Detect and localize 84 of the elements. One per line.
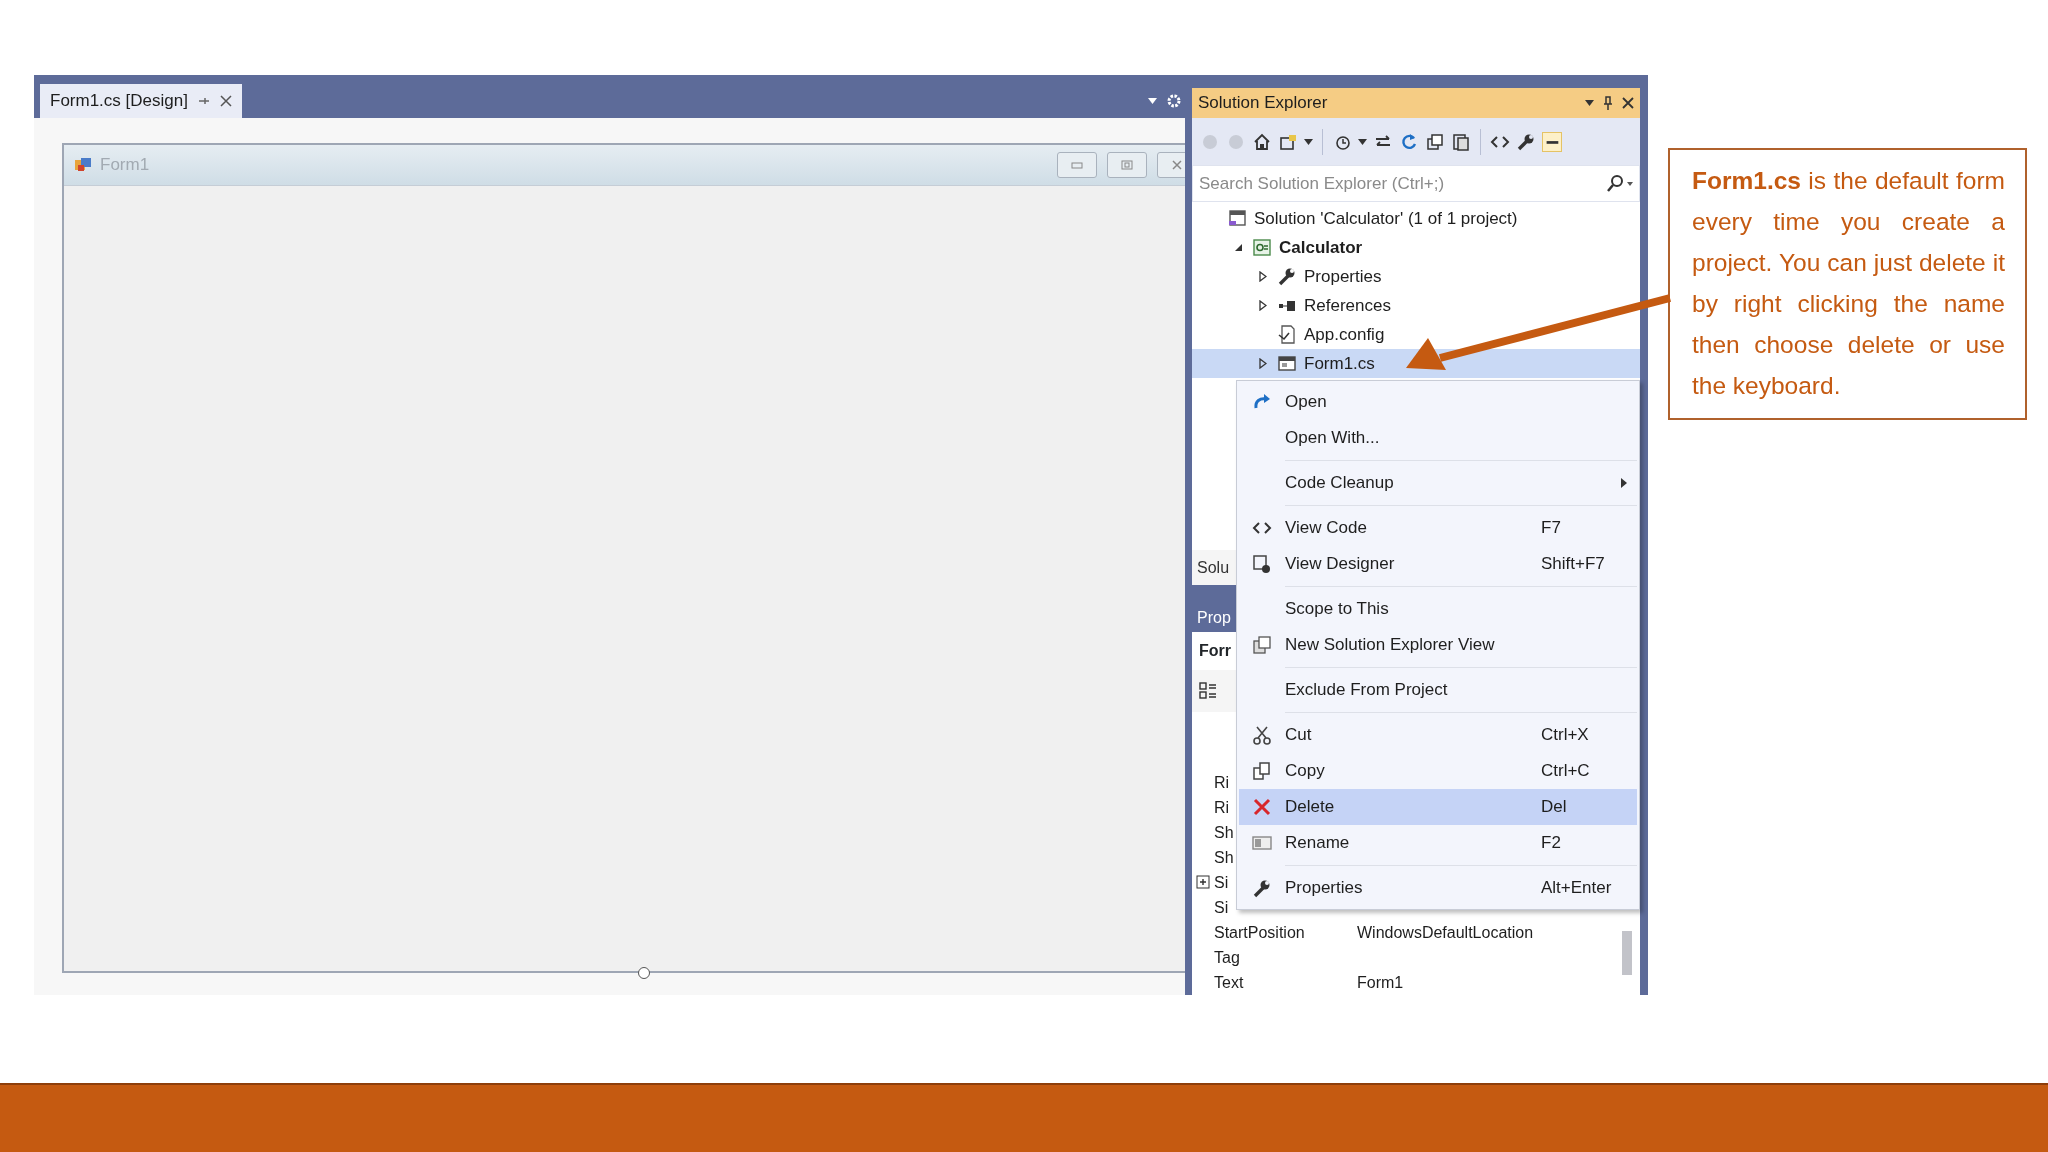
property-name: Sh [1214,823,1234,841]
panel-title: Solution Explorer [1198,92,1328,115]
menu-item[interactable]: Scope to This [1239,591,1637,627]
close-icon[interactable] [219,95,232,107]
close-button[interactable] [1157,152,1185,178]
shortcut-text: Ctrl+C [1541,760,1590,783]
files-icon[interactable] [1451,131,1471,152]
delete-icon [1252,797,1272,817]
project-icon [1253,238,1271,257]
designer-icon [1252,554,1272,574]
categorized-icon[interactable] [1198,681,1218,701]
collapsed-arrow-icon[interactable] [1259,271,1267,282]
menu-item[interactable]: Copy Ctrl+C [1239,753,1637,789]
tree-item[interactable]: Properties [1192,262,1640,291]
menu-item[interactable]: View Designer Shift+F7 [1239,546,1637,582]
home-icon[interactable] [1252,131,1272,152]
tree-item[interactable]: Form1.cs [1192,349,1640,378]
menu-item[interactable]: Code Cleanup [1239,465,1637,501]
scrollbar-thumb[interactable] [1622,931,1632,975]
expand-box-icon[interactable] [1196,874,1210,889]
tree-item[interactable]: Solution 'Calculator' (1 of 1 project) [1192,204,1640,233]
menu-item[interactable]: Open With... [1239,420,1637,456]
wrench-icon [1252,878,1272,898]
form-icon [1278,354,1296,373]
document-tab[interactable]: Form1.cs [Design] [40,84,242,118]
menu-item[interactable]: Open [1239,384,1637,420]
pin-icon[interactable] [197,95,210,107]
collapsed-arrow-icon[interactable] [1259,300,1267,311]
caret-icon[interactable] [1304,138,1313,145]
windows-icon [1252,635,1272,655]
menu-item[interactable]: View Code F7 [1239,510,1637,546]
pin-icon[interactable] [1603,96,1613,110]
shortcut-text: Alt+Enter [1541,877,1612,900]
property-value[interactable]: Form1 [1357,970,1404,995]
close-icon [1171,160,1183,170]
gear-icon[interactable] [1167,94,1181,108]
tree-item[interactable]: Calculator [1192,233,1640,262]
object-name: Forr [1199,641,1231,661]
property-name: Tag [1214,948,1240,966]
menu-item[interactable]: New Solution Explorer View [1239,627,1637,663]
close-icon[interactable] [1622,97,1634,109]
form-icon [74,157,92,173]
property-name: Si [1214,898,1229,916]
property-name: Si [1214,873,1229,891]
shortcut-text: Shift+F7 [1541,553,1605,576]
caret-icon[interactable] [1358,138,1367,145]
property-value[interactable]: WindowsDefaultLocation [1357,920,1534,945]
refresh-icon[interactable] [1399,131,1419,152]
menu-item[interactable]: Exclude From Project [1239,672,1637,708]
form-title: Form1 [100,154,150,177]
panel-title: Prop [1197,607,1231,628]
wrench-icon [1278,267,1296,286]
copy-icon [1252,761,1272,781]
search-icon[interactable] [1606,174,1634,194]
maximize-icon [1121,160,1133,170]
minus-icon[interactable] [1542,131,1562,152]
property-name: StartPosition [1214,923,1305,941]
property-name: Ri [1214,773,1230,791]
menu-item[interactable]: Properties Alt+Enter [1239,870,1637,906]
expanded-arrow-icon[interactable] [1233,243,1243,252]
shortcut-text: F7 [1541,517,1561,540]
property-name: Text [1214,973,1244,991]
submenu-arrow-icon [1621,478,1627,488]
tree-item[interactable]: References [1192,291,1640,320]
menu-item[interactable]: Rename F2 [1239,825,1637,861]
panel-tab[interactable]: Solu [1197,555,1230,580]
property-name: Ri [1214,798,1230,816]
shortcut-text: F2 [1541,832,1561,855]
shortcut-text: Ctrl+X [1541,724,1589,747]
rename-icon [1252,833,1272,853]
solution-icon [1228,209,1246,228]
config-file-icon [1278,325,1296,344]
caret-icon[interactable] [1585,100,1594,106]
menu-item[interactable]: Cut Ctrl+X [1239,717,1637,753]
shortcut-text: Del [1541,796,1567,819]
menu-item[interactable]: Delete Del [1239,789,1637,825]
callout-text: Form1.cs is the default form every time you create a project. You can just delete it by right clicking the name then choose delete or use the keyboard. [1692,166,2005,401]
caret-icon[interactable] [1148,98,1157,104]
property-name: Sh [1214,848,1234,866]
tree-item[interactable]: App.config [1192,320,1640,349]
scissors-icon [1252,725,1272,745]
collapsed-arrow-icon[interactable] [1259,358,1267,369]
search-field[interactable]: Search Solution Explorer (Ctrl+;) [1192,165,1640,202]
minimize-icon [1071,160,1083,170]
